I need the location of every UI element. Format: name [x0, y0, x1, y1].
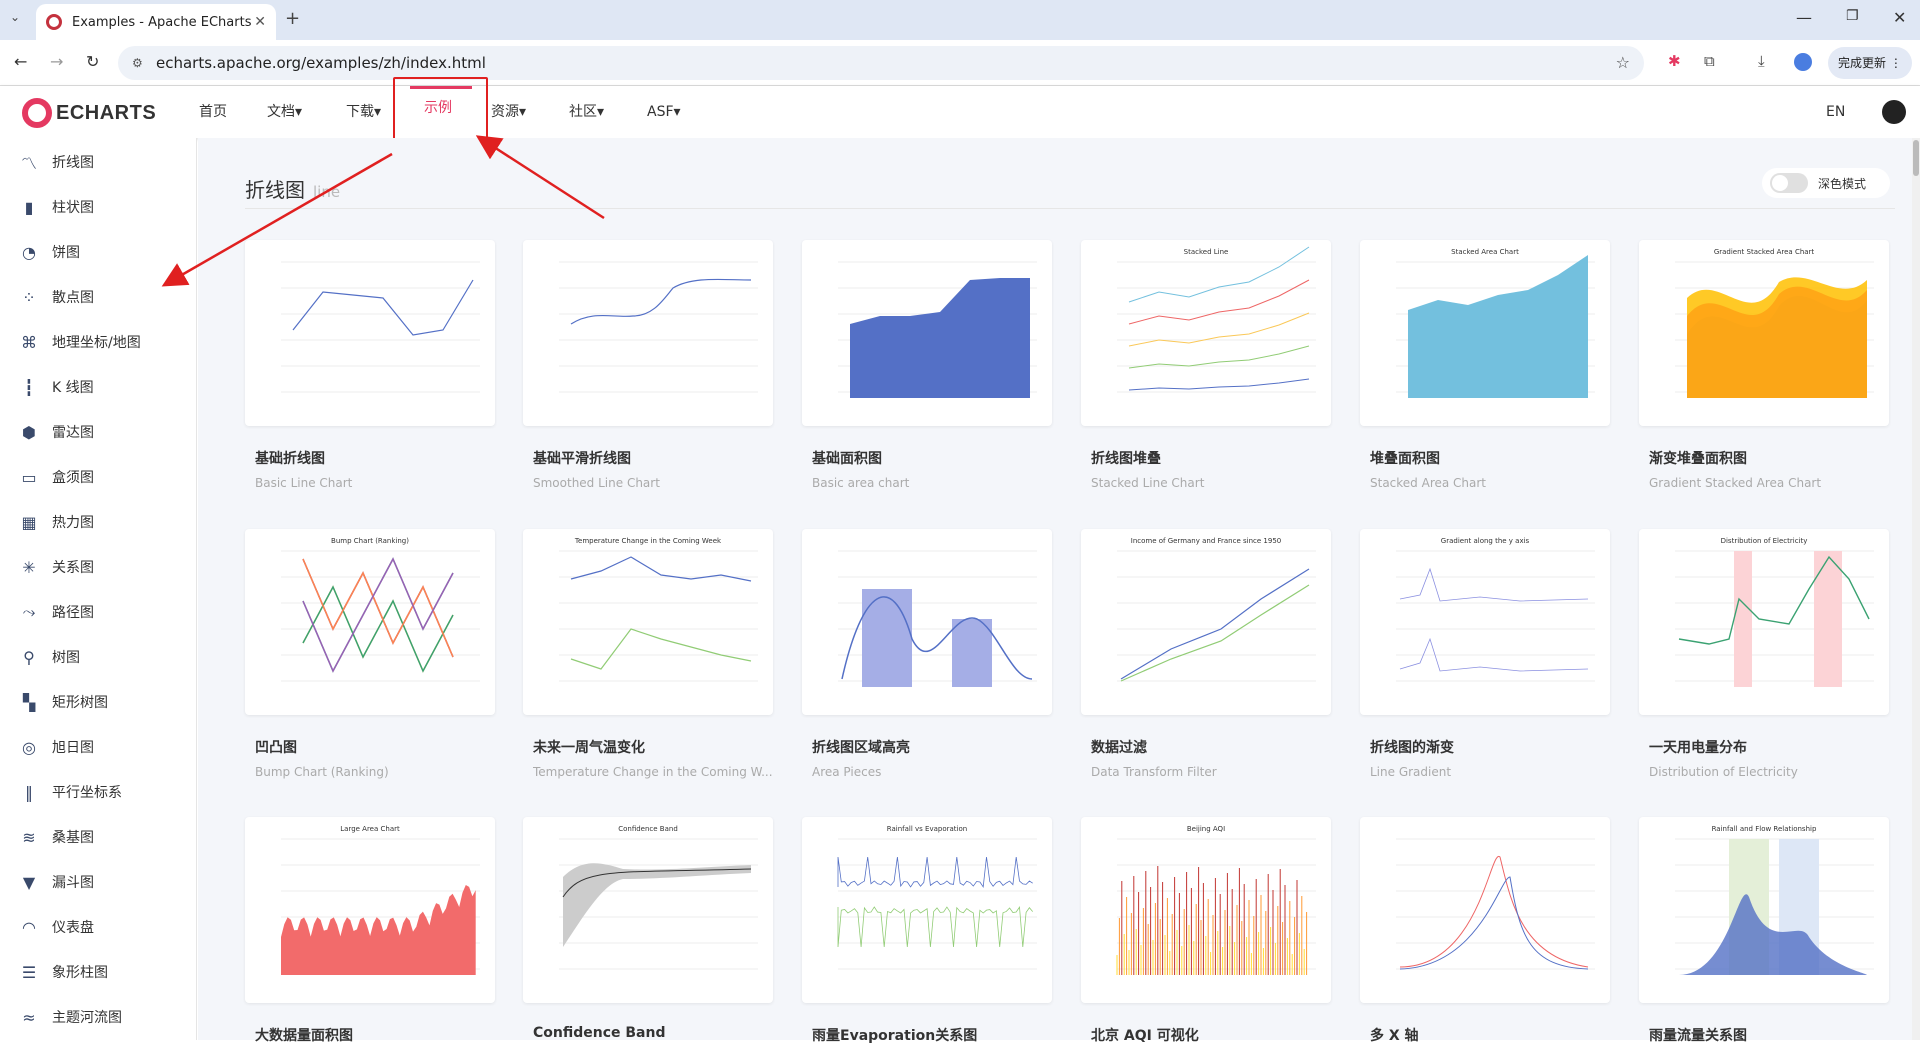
arrow-to-sidebar — [161, 152, 393, 287]
annotation-arrows — [161, 135, 605, 287]
arrow-to-nav — [475, 135, 605, 220]
